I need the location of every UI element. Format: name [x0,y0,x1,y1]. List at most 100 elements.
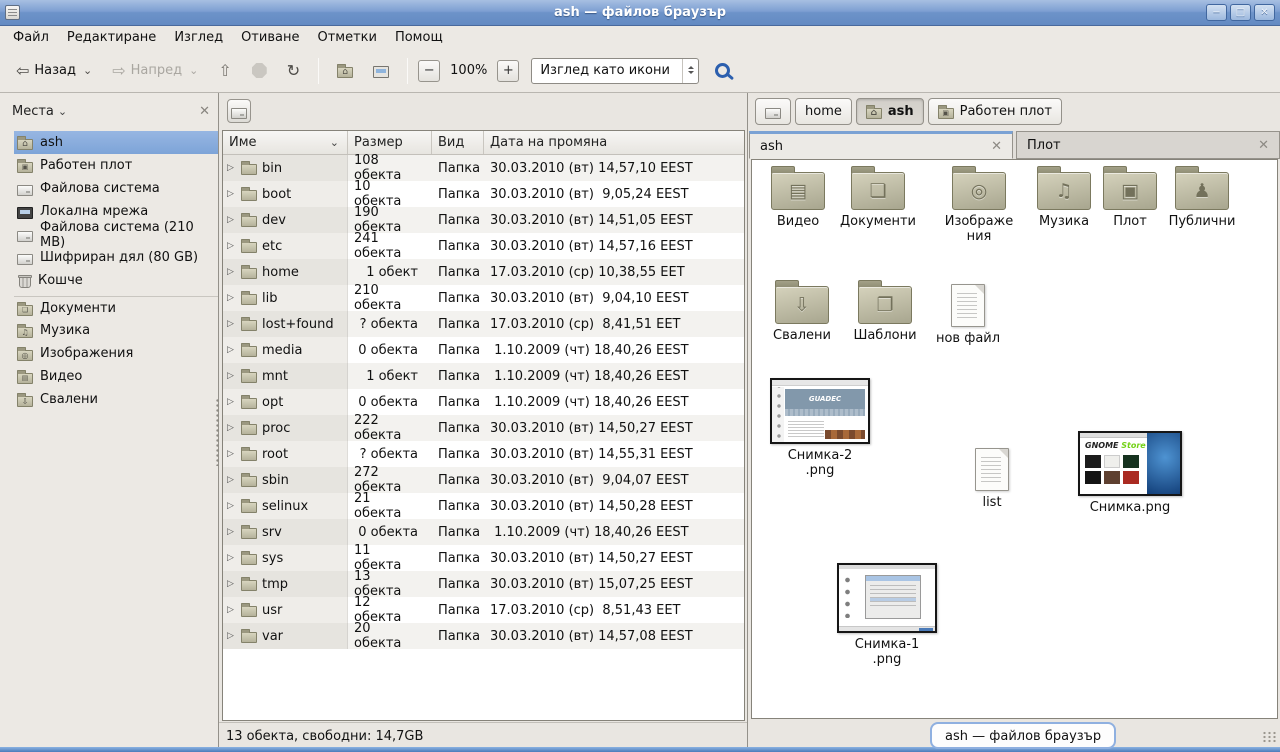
tab-plot[interactable]: Плот ✕ [1016,131,1280,159]
place-item[interactable]: Шифриран дял (80 GB) [14,246,218,269]
expander-icon[interactable]: ▷ [227,449,236,459]
menu-item[interactable]: Файл [4,28,58,47]
place-item[interactable]: Документи [14,296,218,319]
icon-item-images[interactable]: Изображения [936,164,1022,244]
expander-icon[interactable]: ▷ [227,553,236,563]
icon-item-public[interactable]: Публични [1159,164,1245,229]
expander-icon[interactable]: ▷ [227,267,236,277]
place-item[interactable]: Музика [14,319,218,342]
maximize-button[interactable]: □ [1230,4,1251,21]
column-header-name[interactable]: Име ⌄ [223,131,348,154]
expander-icon[interactable]: ▷ [227,579,236,589]
tab-close-icon[interactable]: ✕ [991,139,1002,154]
place-item[interactable]: Изображения [14,342,218,365]
menu-item[interactable]: Редактиране [58,28,165,47]
expander-icon[interactable]: ▷ [227,605,236,615]
table-row[interactable]: ▷ lost+found ? обекта Папка 17.03.2010 (… [223,311,744,337]
expander-icon[interactable]: ▷ [227,293,236,303]
search-icon[interactable] [715,63,730,78]
expander-icon[interactable]: ▷ [227,189,236,199]
place-item[interactable]: Кошче [14,269,218,292]
forward-button[interactable]: ⇨ Напред ⌄ [104,58,206,84]
places-close-icon[interactable]: ✕ [199,104,210,119]
table-row[interactable]: ▷ boot 10 обекта Папка 30.03.2010 (вт) 9… [223,181,744,207]
icon-item-list[interactable]: list [950,442,1034,510]
tab-ash[interactable]: ash ✕ [749,131,1013,159]
table-row[interactable]: ▷ mnt 1 обект Папка 1.10.2009 (чт) 18,40… [223,363,744,389]
breadcrumb-home-button[interactable]: home [795,98,852,125]
column-header-date[interactable]: Дата на промяна [484,131,744,154]
back-dropdown-icon[interactable]: ⌄ [83,64,92,77]
table-row[interactable]: ▷ dev 190 обекта Папка 30.03.2010 (вт) 1… [223,207,744,233]
place-item[interactable]: Файлова система (210 MB) [14,223,218,246]
icon-item-documents[interactable]: Документи [835,164,921,229]
table-row[interactable]: ▷ proc 222 обекта Папка 30.03.2010 (вт) … [223,415,744,441]
table-row[interactable]: ▷ tmp 13 обекта Папка 30.03.2010 (вт) 15… [223,571,744,597]
zoom-out-button[interactable]: − [418,60,440,82]
places-title[interactable]: Места [12,104,54,119]
table-row[interactable]: ▷ home 1 обект Папка 17.03.2010 (ср) 10,… [223,259,744,285]
minimize-button[interactable]: − [1206,4,1227,21]
expander-icon[interactable]: ▷ [227,163,236,173]
icon-item-snimka[interactable]: GNOME Store Снимка.png [1074,431,1186,515]
zoom-in-button[interactable]: + [497,60,519,82]
menu-item[interactable]: Отиване [232,28,308,47]
expander-icon[interactable]: ▷ [227,527,236,537]
home-button[interactable] [329,59,361,83]
breadcrumb-root-button[interactable] [755,98,791,125]
icon-item-new-file[interactable]: нов файл [925,278,1011,346]
icon-canvas[interactable]: Видео Документи Изображения Музика Плот [751,159,1278,719]
tab-close-icon[interactable]: ✕ [1258,138,1269,153]
table-row[interactable]: ▷ selinux 21 обекта Папка 30.03.2010 (вт… [223,493,744,519]
expander-icon[interactable]: ▷ [227,215,236,225]
icon-item-snimka1[interactable]: Снимка-1.png [834,563,940,667]
menu-item[interactable]: Помощ [386,28,452,47]
computer-button[interactable] [365,58,397,83]
breadcrumb-current-button[interactable]: ash [856,98,924,125]
tree-root-button[interactable] [227,99,251,123]
stop-button[interactable] [244,58,275,83]
icon-item-templates[interactable]: Шаблони [842,278,928,343]
expander-icon[interactable]: ▷ [227,319,236,329]
expander-icon[interactable]: ▷ [227,241,236,251]
column-header-type[interactable]: Вид [432,131,484,154]
column-header-size[interactable]: Размер [348,131,432,154]
table-row[interactable]: ▷ lib 210 обекта Папка 30.03.2010 (вт) 9… [223,285,744,311]
place-item[interactable]: ash [14,131,218,154]
reload-button[interactable]: ↻ [279,58,308,84]
view-mode-select[interactable]: Изглед като икони [531,58,699,84]
table-row[interactable]: ▷ sys 11 обекта Папка 30.03.2010 (вт) 14… [223,545,744,571]
expander-icon[interactable]: ▷ [227,423,236,433]
expander-icon[interactable]: ▷ [227,475,236,485]
expander-icon[interactable]: ▷ [227,631,236,641]
place-item[interactable]: Свалени [14,388,218,411]
table-row[interactable]: ▷ usr 12 обекта Папка 17.03.2010 (ср) 8,… [223,597,744,623]
table-row[interactable]: ▷ media 0 обекта Папка 1.10.2009 (чт) 18… [223,337,744,363]
up-button[interactable]: ⇧ [210,58,239,84]
window-resize-grip[interactable] [1262,731,1276,743]
back-button[interactable]: ⇦ Назад ⌄ [8,58,100,84]
place-item[interactable]: Видео [14,365,218,388]
place-item[interactable]: Работен плот [14,154,218,177]
table-row[interactable]: ▷ srv 0 обекта Папка 1.10.2009 (чт) 18,4… [223,519,744,545]
expander-icon[interactable]: ▷ [227,371,236,381]
icon-item-downloads[interactable]: Свалени [759,278,845,343]
taskbar-window-button[interactable]: ash — файлов браузър [930,722,1116,749]
breadcrumb-desktop-button[interactable]: Работен плот [928,98,1062,125]
table-row[interactable]: ▷ opt 0 обекта Папка 1.10.2009 (чт) 18,4… [223,389,744,415]
expander-icon[interactable]: ▷ [227,397,236,407]
icon-item-video[interactable]: Видео [755,164,841,229]
expander-icon[interactable]: ▷ [227,345,236,355]
icon-item-snimka2[interactable]: GUADEC Снимка-2.png [766,378,874,478]
expander-icon[interactable]: ▷ [227,501,236,511]
menu-item[interactable]: Отметки [308,28,385,47]
table-row[interactable]: ▷ etc 241 обекта Папка 30.03.2010 (вт) 1… [223,233,744,259]
forward-dropdown-icon[interactable]: ⌄ [189,64,198,77]
table-row[interactable]: ▷ bin 108 обекта Папка 30.03.2010 (вт) 1… [223,155,744,181]
close-button[interactable]: ✕ [1254,4,1275,21]
table-row[interactable]: ▷ root ? обекта Папка 30.03.2010 (вт) 14… [223,441,744,467]
place-item[interactable]: Файлова система [14,177,218,200]
table-row[interactable]: ▷ sbin 272 обекта Папка 30.03.2010 (вт) … [223,467,744,493]
table-row[interactable]: ▷ var 20 обекта Папка 30.03.2010 (вт) 14… [223,623,744,649]
menu-item[interactable]: Изглед [165,28,232,47]
